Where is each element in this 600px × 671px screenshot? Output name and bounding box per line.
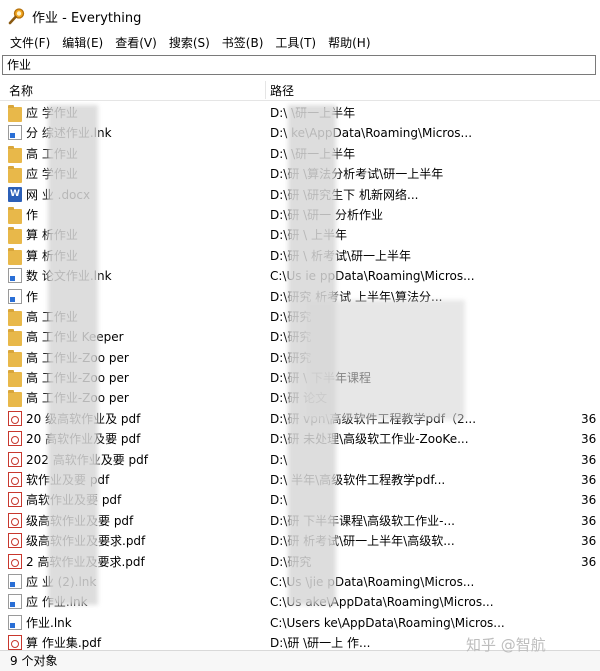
pdf-icon <box>8 431 22 447</box>
column-divider[interactable] <box>265 81 266 99</box>
watermark: 知乎 @智航 <box>466 636 546 654</box>
item-size: 36 <box>581 554 597 569</box>
title-bar: 作业 - Everything <box>0 0 600 32</box>
column-header-path[interactable]: 路径 <box>270 82 294 99</box>
redaction-blur <box>48 105 98 605</box>
lnk-icon <box>8 288 22 304</box>
item-size: 36 <box>581 452 597 467</box>
folder-icon <box>8 227 22 245</box>
window-title: 作业 - Everything <box>32 10 142 26</box>
folder-icon <box>8 329 22 347</box>
pdf-icon <box>8 512 22 528</box>
menu-search[interactable]: 搜索(S) <box>163 33 216 53</box>
redaction-blur <box>305 300 465 420</box>
lnk-icon <box>8 594 22 610</box>
folder-icon <box>8 370 22 388</box>
folder-icon <box>8 145 22 163</box>
pdf-icon <box>8 472 22 488</box>
folder-icon <box>8 105 22 122</box>
item-size: 36 <box>581 493 597 508</box>
menu-bookmarks[interactable]: 书签(B) <box>216 33 270 53</box>
item-size: 36 <box>581 432 597 447</box>
item-name: 算 作业集.pdf <box>26 636 102 651</box>
pdf-icon <box>8 635 22 651</box>
lnk-icon <box>8 125 22 141</box>
item-size: 36 <box>581 513 597 528</box>
column-header: 名称 路径 <box>0 79 600 101</box>
folder-icon <box>8 247 22 265</box>
item-size: 36 <box>581 534 597 549</box>
pdf-icon <box>8 492 22 508</box>
menu-view[interactable]: 查看(V) <box>109 33 163 53</box>
pdf-icon <box>8 533 22 549</box>
folder-icon <box>8 206 22 224</box>
item-size: 36 <box>581 473 597 488</box>
menu-bar: 文件(F) 编辑(E) 查看(V) 搜索(S) 书签(B) 工具(T) 帮助(H… <box>0 33 600 53</box>
menu-tools[interactable]: 工具(T) <box>269 33 322 53</box>
folder-icon <box>8 166 22 184</box>
menu-file[interactable]: 文件(F) <box>4 33 56 53</box>
doc-icon: W <box>8 186 22 202</box>
item-path: C:\Users ke\AppData\Roaming\Micros... <box>270 615 505 630</box>
item-size: 36 <box>581 411 597 426</box>
pdf-icon <box>8 410 22 426</box>
list-item[interactable]: 作业.lnk C:\Users ke\AppData\Roaming\Micros… <box>0 613 600 633</box>
lnk-icon <box>8 573 22 589</box>
folder-icon <box>8 308 22 326</box>
menu-help[interactable]: 帮助(H) <box>322 33 376 53</box>
item-name: 作业.lnk <box>26 615 72 630</box>
lnk-icon <box>8 268 22 284</box>
menu-edit[interactable]: 编辑(E) <box>56 33 109 53</box>
pdf-icon <box>8 451 22 467</box>
column-header-name[interactable]: 名称 <box>9 82 33 99</box>
magnifier-icon <box>8 7 26 25</box>
lnk-icon <box>8 614 22 630</box>
folder-icon <box>8 390 22 408</box>
search-input[interactable]: 作业 <box>2 55 596 75</box>
pdf-icon <box>8 553 22 569</box>
folder-icon <box>8 349 22 367</box>
